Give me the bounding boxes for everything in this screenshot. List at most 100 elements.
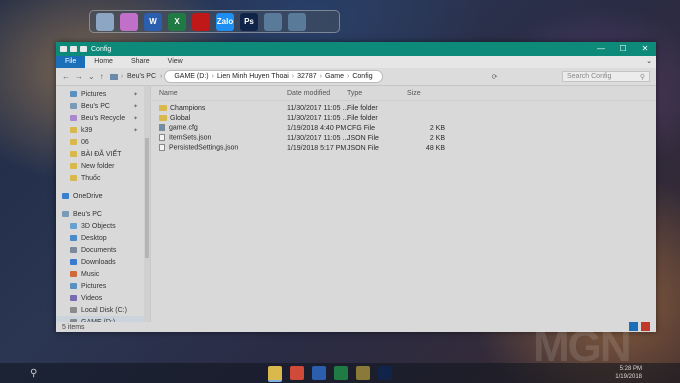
- recent-dropdown-icon[interactable]: ⌄: [88, 72, 95, 81]
- nav-item-icon: [70, 91, 77, 97]
- tab-view[interactable]: View: [158, 56, 192, 68]
- file-date: 1/19/2018 5:17 PM: [287, 144, 347, 152]
- file-size: 2 KB: [429, 134, 445, 142]
- pin-icon: ✦: [132, 115, 138, 122]
- nav-item[interactable]: Local Disk (C:): [56, 304, 150, 316]
- chrome-icon[interactable]: [290, 366, 304, 380]
- quick-access-toolbar: [60, 46, 87, 52]
- search-icon[interactable]: ⚲: [30, 368, 37, 379]
- nav-item[interactable]: Pictures: [56, 280, 150, 292]
- path-segments[interactable]: GAME (D:) › Lien Minh Huyen Thoai › 32787 › Ga…: [165, 71, 382, 82]
- breadcrumb-segment[interactable]: Game: [322, 73, 347, 80]
- nav-item[interactable]: Music: [56, 268, 150, 280]
- document-icon[interactable]: [264, 12, 282, 31]
- nav-item-label: Documents: [81, 246, 117, 254]
- file-type: JSON File: [347, 134, 379, 142]
- nav-item[interactable]: k39 ✦: [56, 124, 150, 136]
- nav-item[interactable]: New folder: [56, 160, 150, 172]
- breadcrumb-segment[interactable]: GAME (D:): [171, 73, 211, 80]
- breadcrumb-segment[interactable]: Lien Minh Huyen Thoai: [214, 73, 292, 80]
- back-arrow-icon[interactable]: ←: [62, 72, 70, 81]
- nav-item[interactable]: 06: [56, 136, 150, 148]
- file-explorer-icon[interactable]: [268, 366, 282, 382]
- file-row[interactable]: Global 11/30/2017 11:05 ... File folder: [151, 113, 656, 123]
- column-name[interactable]: Name: [159, 90, 178, 97]
- pin-icon: ✦: [132, 127, 138, 134]
- file-row[interactable]: game.cfg 1/19/2018 4:40 PM CFG File 2 KB: [151, 123, 656, 133]
- close-button[interactable]: ✕: [634, 42, 656, 56]
- up-arrow-icon[interactable]: ↑: [100, 72, 104, 81]
- forward-arrow-icon[interactable]: →: [75, 72, 83, 81]
- nav-item[interactable]: Videos: [56, 292, 150, 304]
- breadcrumb-root[interactable]: Beu's PC: [123, 73, 160, 80]
- nav-item[interactable]: Beu's Recycle ✦: [56, 112, 150, 124]
- nav-item[interactable]: OneDrive: [56, 190, 150, 202]
- taskbar: ⚲ 5:28 PM 1/19/2018: [0, 363, 680, 383]
- nav-item[interactable]: Pictures ✦: [56, 88, 150, 100]
- photoshop-icon[interactable]: [378, 366, 392, 380]
- system-clock[interactable]: 5:28 PM 1/19/2018: [615, 365, 642, 381]
- game-icon[interactable]: [356, 366, 370, 380]
- nav-item[interactable]: Documents: [56, 244, 150, 256]
- document-icon-2[interactable]: [288, 12, 306, 31]
- large-icons-view-icon[interactable]: [641, 322, 650, 331]
- maximize-button[interactable]: ☐: [612, 42, 634, 56]
- nav-item-icon: [70, 163, 77, 169]
- file-row[interactable]: ItemSets.json 11/30/2017 11:05 ... JSON Fi…: [151, 133, 656, 143]
- expand-ribbon-icon[interactable]: ⌄: [642, 56, 656, 68]
- refresh-icon[interactable]: ⟳: [492, 73, 498, 81]
- column-date-modified[interactable]: Date modified: [287, 90, 330, 97]
- file-name: Champions: [159, 105, 205, 112]
- recycle-bin-icon[interactable]: [120, 12, 138, 31]
- file-list: Name Date modified Type Size Champions 11…: [151, 86, 656, 322]
- new-folder-icon[interactable]: [80, 46, 87, 52]
- nav-item[interactable]: BÀI ĐÃ VIẾT: [56, 148, 150, 160]
- zalo-icon[interactable]: Zalo: [216, 12, 234, 31]
- tab-home[interactable]: Home: [85, 56, 122, 68]
- word-icon[interactable]: W: [144, 12, 162, 31]
- nav-item-label: New folder: [81, 162, 115, 170]
- clock-date: 1/19/2018: [615, 374, 642, 380]
- nav-item-icon: [70, 127, 77, 133]
- nav-item-label: Thuốc: [81, 174, 101, 182]
- quick-access-icon[interactable]: [60, 46, 67, 52]
- minimize-button[interactable]: —: [590, 42, 612, 56]
- tab-file[interactable]: File: [56, 56, 86, 68]
- nav-item-icon: [62, 211, 69, 217]
- file-name: ItemSets.json: [159, 134, 211, 142]
- nav-item[interactable]: Beu's PC: [56, 208, 150, 220]
- excel-icon[interactable]: X: [168, 12, 186, 31]
- file-row[interactable]: Champions 11/30/2017 11:05 ... File folder: [151, 103, 656, 113]
- properties-icon[interactable]: [70, 46, 77, 52]
- photoshop-icon[interactable]: Ps: [240, 12, 258, 31]
- nav-scrollbar[interactable]: [144, 86, 150, 322]
- game-client-icon[interactable]: [192, 12, 210, 31]
- search-icon: ⚲: [639, 73, 645, 81]
- breadcrumb-segment[interactable]: 32787: [294, 73, 319, 80]
- folder-icon: [159, 114, 167, 121]
- nav-item-icon: [70, 295, 77, 301]
- file-row[interactable]: PersistedSettings.json 1/19/2018 5:17 PM J…: [151, 143, 656, 153]
- tab-share[interactable]: Share: [121, 56, 159, 68]
- excel-icon[interactable]: [334, 366, 348, 380]
- computer-icon[interactable]: [96, 12, 114, 31]
- nav-item[interactable]: Desktop: [56, 232, 150, 244]
- file-date: 11/30/2017 11:05 ...: [287, 134, 349, 142]
- nav-item[interactable]: Downloads: [56, 256, 150, 268]
- nav-item[interactable]: Beu's PC ✦: [56, 100, 150, 112]
- column-size[interactable]: Size: [407, 90, 421, 97]
- title-bar: Config — ☐ ✕: [56, 42, 656, 56]
- column-type[interactable]: Type: [347, 90, 362, 97]
- details-view-icon[interactable]: [629, 322, 638, 331]
- word-icon[interactable]: [312, 366, 326, 380]
- search-input[interactable]: Search Config ⚲: [562, 71, 650, 82]
- nav-item[interactable]: 3D Objects: [56, 220, 150, 232]
- breadcrumb-segment[interactable]: Config: [349, 73, 375, 80]
- nav-item-icon: [70, 223, 77, 229]
- nav-item[interactable]: Thuốc: [56, 172, 150, 184]
- nav-item-label: 3D Objects: [81, 222, 116, 230]
- nav-item-label: 06: [81, 138, 89, 146]
- breadcrumb[interactable]: › Beu's PC › GAME (D:) › Lien Minh Huyen T…: [109, 71, 382, 82]
- file-type: File folder: [347, 114, 378, 122]
- file-type: CFG File: [347, 124, 375, 132]
